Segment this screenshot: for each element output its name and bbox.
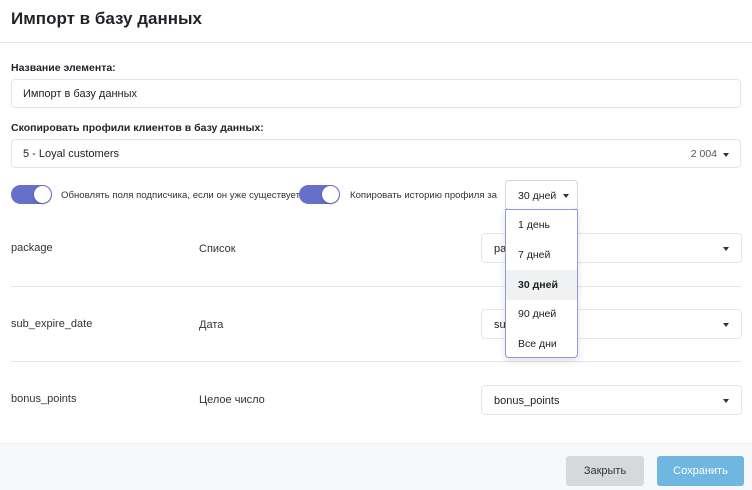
- chevron-down-icon: [723, 153, 729, 157]
- update-fields-toggle-label: Обновлять поля подписчика, если он уже с…: [61, 190, 300, 201]
- mapping-field-name: bonus_points: [11, 393, 77, 405]
- row-divider: [11, 361, 741, 362]
- mapping-target-value: su: [494, 319, 506, 331]
- profiles-select[interactable]: 5 - Loyal customers 2 004: [11, 139, 741, 168]
- row-divider: [11, 286, 741, 287]
- period-option-30-days[interactable]: 30 дней: [506, 270, 577, 300]
- mapping-field-type: Список: [199, 243, 236, 255]
- close-button[interactable]: Закрыть: [566, 456, 644, 486]
- name-input[interactable]: Импорт в базу данных: [11, 79, 741, 108]
- save-button[interactable]: Сохранить: [657, 456, 744, 486]
- period-option-90-days[interactable]: 90 дней: [506, 299, 577, 329]
- profiles-count: 2 004: [690, 148, 717, 160]
- chevron-down-icon: [723, 247, 729, 251]
- mapping-target-value: bonus_points: [494, 395, 560, 407]
- name-input-value: Импорт в базу данных: [23, 88, 138, 100]
- history-period-value: 30 дней: [518, 190, 557, 202]
- profiles-select-value: 5 - Loyal customers: [23, 148, 119, 160]
- history-period-menu: 1 день 7 дней 30 дней 90 дней Все дни: [505, 209, 578, 358]
- name-field-label: Название элемента:: [11, 62, 116, 74]
- mapping-field-name: sub_expire_date: [11, 318, 93, 330]
- chevron-down-icon: [563, 194, 569, 198]
- copy-history-toggle-label: Копировать историю профиля за: [350, 190, 497, 201]
- copy-history-toggle[interactable]: [299, 185, 340, 204]
- mapping-field-name: package: [11, 242, 53, 254]
- toggle-knob: [322, 186, 339, 203]
- mapping-field-type: Дата: [199, 319, 224, 331]
- profiles-field-label: Скопировать профили клиентов в базу данн…: [11, 122, 264, 134]
- mapping-target-select[interactable]: bonus_points: [481, 385, 742, 415]
- dialog-footer: Закрыть Сохранить: [0, 443, 752, 490]
- dialog-title: Импорт в базу данных: [11, 9, 202, 28]
- update-fields-toggle[interactable]: [11, 185, 52, 204]
- chevron-down-icon: [723, 323, 729, 327]
- period-option-all-days[interactable]: Все дни: [506, 329, 577, 359]
- history-period-select[interactable]: 30 дней: [505, 180, 578, 210]
- toggle-knob: [34, 186, 51, 203]
- chevron-down-icon: [723, 399, 729, 403]
- period-option-1-day[interactable]: 1 день: [506, 210, 577, 240]
- period-option-7-days[interactable]: 7 дней: [506, 240, 577, 270]
- dialog-header: Импорт в базу данных: [0, 0, 752, 43]
- mapping-field-type: Целое число: [199, 394, 265, 406]
